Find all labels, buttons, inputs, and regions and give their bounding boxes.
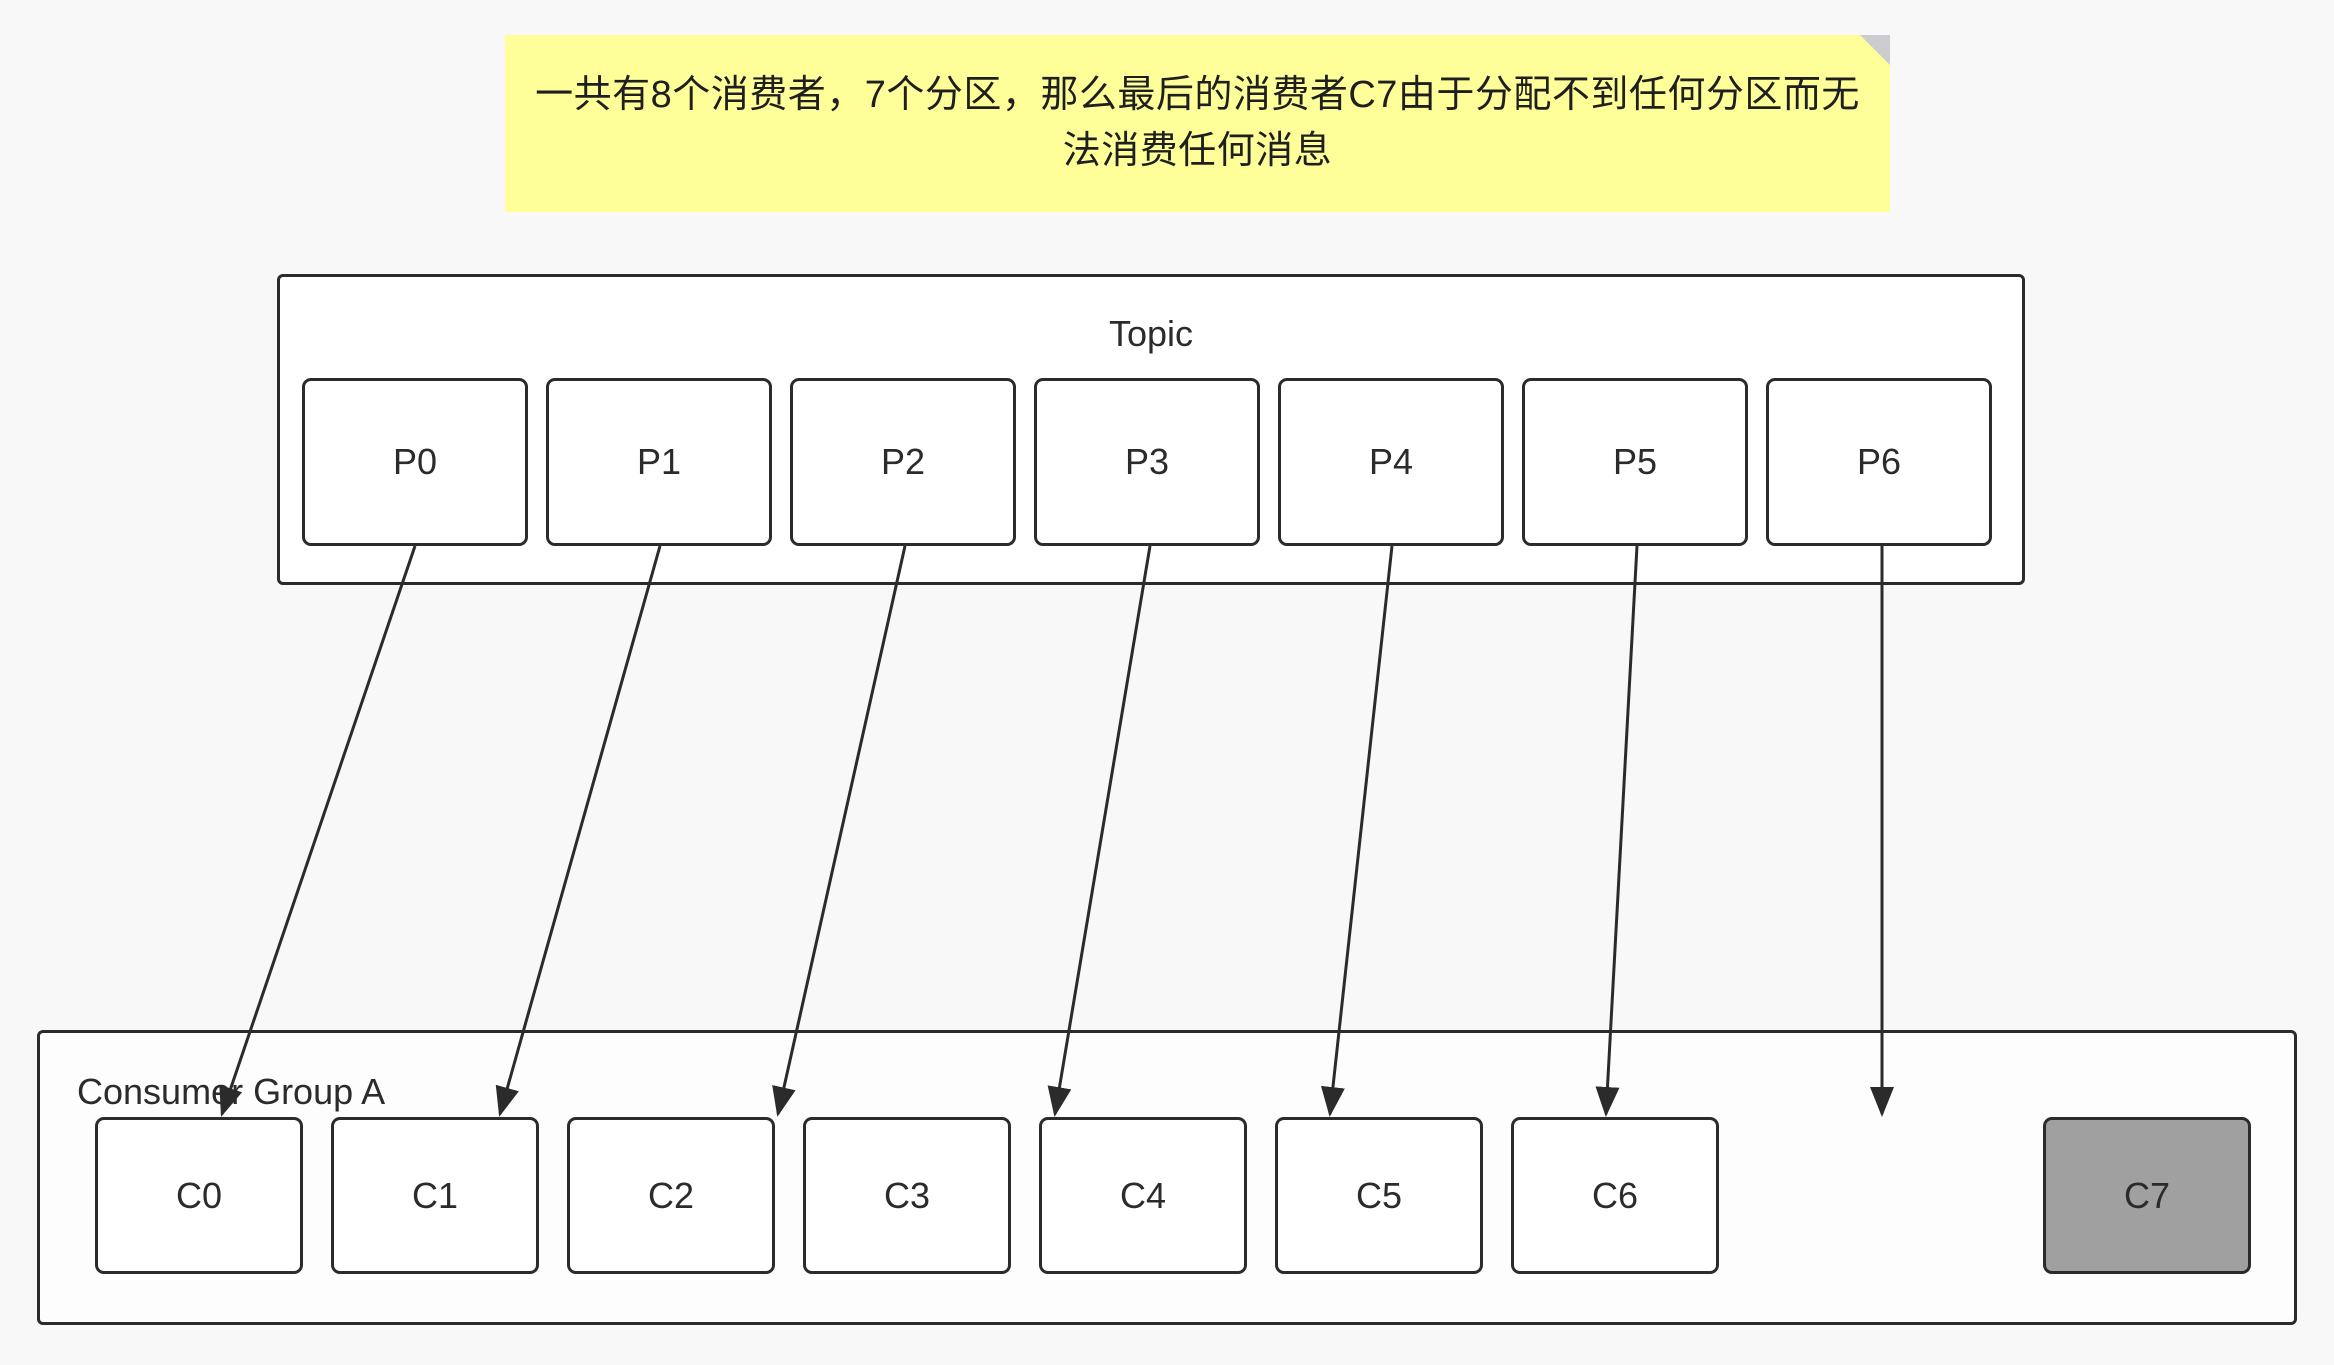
partition-label: P1	[636, 441, 682, 482]
consumer-c0[interactable]: C0	[95, 1117, 303, 1274]
assignment-arrow-p1-to-c1	[495, 545, 662, 1117]
partition-label: P2	[880, 441, 926, 482]
consumer-label: C3	[883, 1174, 931, 1216]
assignment-arrow-p0-to-c0	[219, 545, 417, 1117]
consumer-c3[interactable]: C3	[803, 1117, 1011, 1274]
partition-label: P6	[1856, 441, 1902, 482]
partition-label: P5	[1612, 441, 1658, 482]
consumer-c4[interactable]: C4	[1039, 1117, 1247, 1274]
partition-label: P4	[1368, 441, 1414, 482]
assignment-arrow-p3-to-c3	[1047, 545, 1152, 1117]
consumer-c6[interactable]: C6	[1511, 1117, 1719, 1274]
partition-p2[interactable]: P2	[790, 378, 1016, 546]
assignment-arrow-p2-to-c2	[772, 545, 907, 1117]
consumer-c1[interactable]: C1	[331, 1117, 539, 1274]
consumer-label: C5	[1355, 1174, 1403, 1216]
consumer-label: C6	[1591, 1174, 1639, 1216]
partition-p4[interactable]: P4	[1278, 378, 1504, 546]
partition-label: P3	[1124, 441, 1170, 482]
partition-p0[interactable]: P0	[302, 378, 528, 546]
consumer-c5[interactable]: C5	[1275, 1117, 1483, 1274]
consumer-c7[interactable]: C7	[2043, 1117, 2251, 1274]
note-text: 一共有8个消费者，7个分区，那么最后的消费者C7由于分配不到任何分区而无法消费任…	[535, 74, 1860, 172]
consumer-label: C2	[647, 1174, 695, 1216]
partition-p1[interactable]: P1	[546, 378, 772, 546]
consumer-label: C7	[2123, 1174, 2171, 1216]
partition-p6[interactable]: P6	[1766, 378, 1992, 546]
assignment-arrow-p5-to-c5	[1595, 545, 1639, 1117]
consumer-label: C0	[175, 1174, 223, 1216]
diagram-canvas: 一共有8个消费者，7个分区，那么最后的消费者C7由于分配不到任何分区而无法消费任…	[0, 0, 2334, 1365]
consumer-label: C4	[1119, 1174, 1167, 1216]
partition-p5[interactable]: P5	[1522, 378, 1748, 546]
consumer-label: C1	[411, 1174, 459, 1216]
assignment-arrow-p4-to-c4	[1321, 545, 1394, 1117]
partition-label: P0	[392, 441, 438, 482]
consumer-c2[interactable]: C2	[567, 1117, 775, 1274]
partition-p3[interactable]: P3	[1034, 378, 1260, 546]
